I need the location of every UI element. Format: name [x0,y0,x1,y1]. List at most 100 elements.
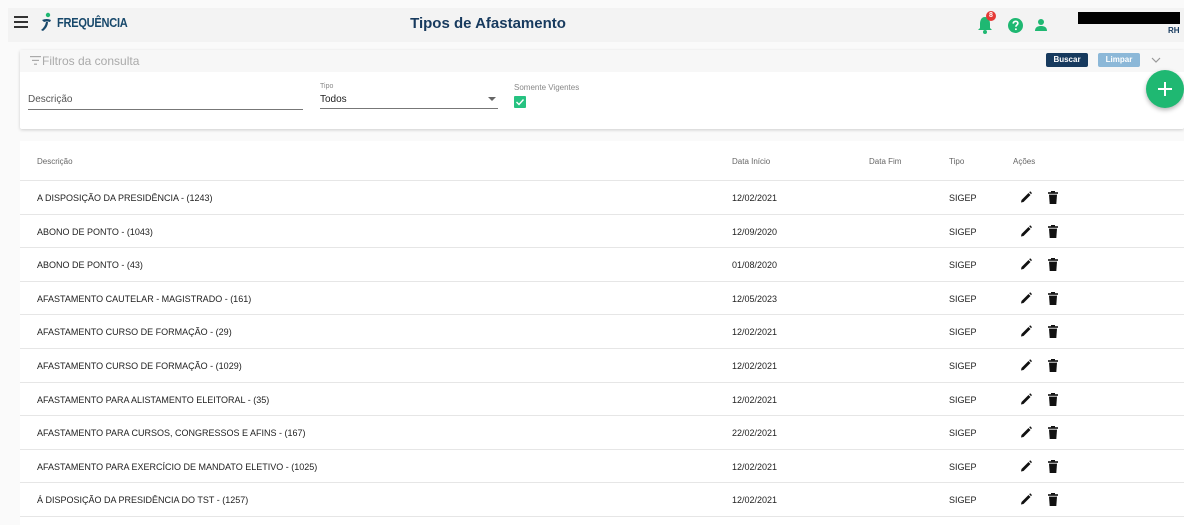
cell-data-inicio: 12/05/2023 [732,293,778,304]
table-row[interactable]: AFASTAMENTO PARA CURSOS, CONGRESSOS E AF… [20,416,1184,450]
trash-icon[interactable] [1047,493,1059,507]
cell-descricao: Á DISPOSIÇÃO DA PRESIDÊNCIA DO TST - (12… [37,495,249,506]
table-row[interactable]: AFASTAMENTO PARA ALISTAMENTO ELEITORAL -… [20,383,1184,417]
page-title: Tipos de Afastamento [410,15,566,32]
somente-vigentes-checkbox[interactable] [514,96,526,108]
tipo-select[interactable]: Tipo Todos [320,83,498,109]
table-row[interactable]: ABONO DE PONTO - (43) 01/08/2020 SIGEP [20,248,1184,282]
cell-data-inicio: 12/02/2021 [732,360,778,371]
user-name-redacted[interactable] [1078,12,1180,24]
trash-icon[interactable] [1047,426,1059,440]
cell-acoes [1020,358,1059,372]
cell-tipo: SIGEP [949,461,977,472]
trash-icon[interactable] [1047,392,1059,406]
user-role: RH [1168,26,1180,35]
user-icon[interactable] [1034,18,1048,32]
cell-tipo: SIGEP [949,428,977,439]
table-row[interactable]: AFASTAMENTO CURSO DE FORMAÇÃO - (1029) 1… [20,349,1184,383]
column-header-data-fim[interactable]: Data Fim [869,157,901,166]
cell-tipo: SIGEP [949,394,977,405]
trash-icon[interactable] [1047,459,1059,473]
dropdown-arrow-icon [488,97,496,101]
filter-title: Filtros da consulta [42,54,140,68]
pencil-icon[interactable] [1020,493,1032,506]
pencil-icon[interactable] [1020,224,1032,238]
cell-data-inicio: 12/02/2021 [732,461,778,472]
trash-icon[interactable] [1047,191,1059,204]
cell-tipo: SIGEP [949,495,977,506]
cell-descricao: ABONO DE PONTO - (43) [37,260,143,271]
table-row[interactable]: Á DISPOSIÇÃO DA PRESIDÊNCIA DO TST - (12… [20,483,1184,517]
table-body: A DISPOSIÇÃO DA PRESIDÊNCIA - (1243) 12/… [20,181,1184,517]
descricao-input[interactable]: Descrição [28,92,303,110]
top-bar: FREQUÊNCIA Tipos de Afastamento 8 RH [8,8,1184,42]
cell-descricao: AFASTAMENTO PARA EXERCÍCIO DE MANDATO EL… [37,461,318,472]
trash-icon[interactable] [1047,258,1059,272]
pencil-icon[interactable] [1020,392,1032,406]
cell-tipo: SIGEP [949,293,977,304]
pencil-icon[interactable] [1020,191,1032,204]
cell-acoes [1020,459,1059,473]
column-header-descricao[interactable]: Descrição [37,157,73,166]
cell-data-inicio: 01/08/2020 [732,260,778,271]
table-header: Descrição Data Início Data Fim Tipo Açõe… [20,141,1184,181]
filter-icon [30,56,41,65]
table-row[interactable]: AFASTAMENTO CAUTELAR - MAGISTRADO - (161… [20,282,1184,316]
results-table: Descrição Data Início Data Fim Tipo Açõe… [20,141,1184,525]
filter-panel: Filtros da consulta Buscar Limpar Descri… [20,50,1184,129]
trash-icon[interactable] [1047,358,1059,372]
plus-icon [1158,82,1172,96]
trash-icon[interactable] [1047,291,1059,305]
add-button[interactable] [1146,70,1184,108]
pencil-icon[interactable] [1020,258,1032,271]
buscar-button[interactable]: Buscar [1046,53,1088,67]
cell-descricao: ABONO DE PONTO - (1043) [37,226,153,237]
cell-descricao: AFASTAMENTO CURSO DE FORMAÇÃO - (29) [37,327,232,338]
descricao-placeholder: Descrição [28,94,73,105]
cell-tipo: SIGEP [949,226,977,237]
pencil-icon[interactable] [1020,325,1032,338]
limpar-button[interactable]: Limpar [1098,53,1140,67]
pencil-icon[interactable] [1020,292,1032,305]
cell-acoes [1020,258,1059,272]
pencil-icon[interactable] [1020,359,1032,372]
cell-acoes [1020,191,1059,204]
cell-data-inicio: 12/02/2021 [732,193,778,203]
cell-acoes [1020,493,1059,507]
cell-data-inicio: 22/02/2021 [732,428,778,439]
tipo-label: Tipo [320,83,334,90]
cell-data-inicio: 12/02/2021 [732,495,778,506]
help-icon[interactable] [1008,18,1023,33]
cell-acoes [1020,224,1059,238]
cell-acoes [1020,325,1059,339]
cell-descricao: AFASTAMENTO PARA CURSOS, CONGRESSOS E AF… [37,428,306,439]
check-icon [516,99,525,106]
trash-icon[interactable] [1047,224,1059,238]
chevron-down-icon[interactable] [1151,55,1161,65]
column-header-tipo[interactable]: Tipo [949,157,964,166]
cell-tipo: SIGEP [949,360,977,371]
table-row[interactable]: A DISPOSIÇÃO DA PRESIDÊNCIA - (1243) 12/… [20,181,1184,215]
cell-tipo: SIGEP [949,193,977,203]
cell-acoes [1020,291,1059,305]
somente-vigentes-field: Somente Vigentes [514,83,579,108]
filter-header[interactable]: Filtros da consulta Buscar Limpar [20,50,1184,72]
cell-descricao: AFASTAMENTO CAUTELAR - MAGISTRADO - (161… [37,293,252,304]
table-row[interactable]: AFASTAMENTO CURSO DE FORMAÇÃO - (29) 12/… [20,315,1184,349]
cell-tipo: SIGEP [949,327,977,338]
pencil-icon[interactable] [1020,460,1032,473]
cell-acoes [1020,392,1059,406]
cell-data-inicio: 12/02/2021 [732,394,778,405]
table-row[interactable]: ABONO DE PONTO - (1043) 12/09/2020 SIGEP [20,215,1184,249]
cell-descricao: A DISPOSIÇÃO DA PRESIDÊNCIA - (1243) [37,193,213,203]
pencil-icon[interactable] [1020,426,1032,439]
cell-acoes [1020,426,1059,440]
column-header-data-inicio[interactable]: Data Início [732,157,770,166]
trash-icon[interactable] [1047,325,1059,339]
cell-descricao: AFASTAMENTO PARA ALISTAMENTO ELEITORAL -… [37,394,270,405]
table-row[interactable]: AFASTAMENTO PARA EXERCÍCIO DE MANDATO EL… [20,450,1184,484]
notification-badge: 8 [986,11,996,21]
cell-data-inicio: 12/09/2020 [732,226,778,237]
cell-tipo: SIGEP [949,260,977,271]
column-header-acoes: Ações [1013,157,1036,166]
